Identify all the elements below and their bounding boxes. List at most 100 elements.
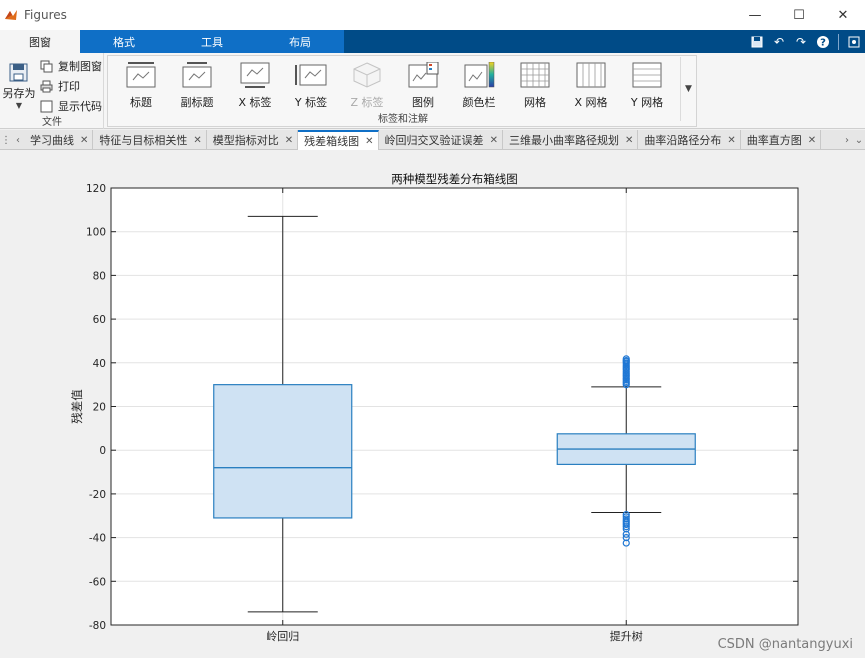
close-icon[interactable]: ✕ <box>193 135 201 146</box>
figure-tab[interactable]: 模型指标对比 ✕ <box>207 130 299 150</box>
y-tick-label: -40 <box>89 533 106 545</box>
figure-tab-label: 模型指标对比 <box>212 134 279 147</box>
figure-tab[interactable]: 岭回归交叉验证误差 ✕ <box>379 130 503 150</box>
help-icon[interactable]: ? <box>812 30 834 53</box>
tab-menu-icon[interactable]: ⋮ <box>0 130 12 150</box>
quick-access-toolbar: ↶ ↷ ? <box>746 30 865 53</box>
ygrid-tool-button[interactable]: Y 网格 <box>622 62 672 112</box>
figure-canvas: -80 -60 -40 -20 0 20 40 60 80 100 120 岭回归 提升树 两种模型残差分… <box>0 151 865 658</box>
zlabel-icon <box>353 62 381 88</box>
title-icon <box>126 62 156 88</box>
legend-icon <box>408 62 439 88</box>
figure-tab[interactable]: 特征与目标相关性 ✕ <box>93 130 207 150</box>
close-icon[interactable]: ✕ <box>808 135 816 146</box>
figure-tab-label: 残差箱线图 <box>304 135 360 148</box>
tab-list-icon[interactable]: ⌄ <box>853 130 865 150</box>
y-tick-label: 40 <box>93 358 106 370</box>
labels-annotations-group: 标题 副标题 X 标签 Y 标签 Z 标签 图例 颜色栏 网格 X 网格 Y 网… <box>107 55 697 127</box>
svg-text:?: ? <box>820 37 826 48</box>
y-tick-label: -60 <box>89 576 106 588</box>
close-icon[interactable]: ✕ <box>727 135 735 146</box>
legend-tool-label: 图例 <box>412 96 434 109</box>
print-button[interactable]: 打印 <box>40 78 80 94</box>
figure-tab-label: 岭回归交叉验证误差 <box>384 134 484 147</box>
title-tool-button[interactable]: 标题 <box>116 62 166 112</box>
close-icon[interactable]: ✕ <box>490 135 498 146</box>
y-tick-label: 60 <box>93 314 106 326</box>
boxplot-chart[interactable]: -80 -60 -40 -20 0 20 40 60 80 100 120 岭回归 提升树 两种模型残差分… <box>0 151 865 658</box>
figure-tab[interactable]: 三维最小曲率路径规划 ✕ <box>503 130 639 150</box>
title-tool-label: 标题 <box>130 96 152 109</box>
show-code-checkbox[interactable]: 显示代码 <box>40 98 102 114</box>
window-title: Figures <box>24 8 67 22</box>
close-icon[interactable]: ✕ <box>80 135 88 146</box>
ribbon-tab-format[interactable]: 格式 <box>80 30 168 53</box>
undo-icon[interactable]: ↶ <box>768 30 790 53</box>
y-tick-label: 20 <box>93 402 106 414</box>
y-tick-label: 100 <box>86 227 106 239</box>
maximize-button[interactable]: ☐ <box>777 0 821 30</box>
copy-figure-button[interactable]: 复制图窗 <box>40 58 102 74</box>
figure-tab[interactable]: 曲率直方图 ✕ <box>741 130 822 150</box>
figure-tab-bar: ⋮ ‹ 学习曲线 ✕ 特征与目标相关性 ✕ 模型指标对比 ✕ 残差箱线图 ✕ 岭回归交叉… <box>0 130 865 150</box>
ribbon-tab-layout[interactable]: 布局 <box>256 30 344 53</box>
xlabel-icon <box>240 62 270 88</box>
close-icon[interactable]: ✕ <box>285 135 293 146</box>
xgrid-tool-button[interactable]: X 网格 <box>566 62 616 112</box>
grid-tool-button[interactable]: 网格 <box>510 62 560 112</box>
window-controls: — ☐ ✕ <box>733 0 865 30</box>
print-icon <box>40 80 53 92</box>
close-icon[interactable]: ✕ <box>625 135 633 146</box>
subtitle-tool-label: 副标题 <box>180 96 214 109</box>
minimize-button[interactable]: — <box>733 0 777 30</box>
ribbon-tab-tools[interactable]: 工具 <box>168 30 256 53</box>
colorbar-icon <box>464 62 495 88</box>
save-as-button[interactable]: 另存为 ▼ <box>2 61 36 121</box>
figure-tab-label: 曲率沿路径分布 <box>644 134 722 147</box>
ribbon-tab-figure[interactable]: 图窗 <box>0 30 80 53</box>
checkbox-icon <box>40 100 53 112</box>
figure-tab[interactable]: 学习曲线 ✕ <box>24 130 94 150</box>
figure-tab-active[interactable]: 残差箱线图 ✕ <box>298 130 379 150</box>
zlabel-tool-label: Z 标签 <box>350 96 384 109</box>
figure-tab[interactable]: 曲率沿路径分布 ✕ <box>638 130 741 150</box>
subtitle-icon <box>182 62 212 88</box>
legend-tool-button[interactable]: 图例 <box>398 62 448 112</box>
y-tick-label: 80 <box>93 270 106 282</box>
print-label: 打印 <box>58 80 80 93</box>
y-axis-label: 残差值 <box>70 389 84 424</box>
copy-figure-label: 复制图窗 <box>58 60 102 73</box>
xlabel-tool-label: X 标签 <box>238 96 272 109</box>
ylabel-icon <box>295 64 327 86</box>
watermark: CSDN @nantangyuxi <box>717 637 853 652</box>
gallery-more-button[interactable]: ▼ <box>680 57 696 121</box>
subtitle-tool-button[interactable]: 副标题 <box>172 62 222 112</box>
y-tick-label: 0 <box>99 445 106 457</box>
save-as-icon <box>9 63 28 82</box>
save-icon[interactable] <box>746 30 768 53</box>
figure-tab-label: 曲率直方图 <box>746 134 802 147</box>
xgrid-icon <box>576 62 606 88</box>
ylabel-tool-label: Y 标签 <box>294 96 328 109</box>
redo-icon[interactable]: ↷ <box>790 30 812 53</box>
xlabel-tool-button[interactable]: X 标签 <box>230 62 280 112</box>
chart-title: 两种模型残差分布箱线图 <box>391 172 518 186</box>
tab-scroll-right-icon[interactable]: › <box>841 130 853 150</box>
y-tick-label: -80 <box>89 620 106 632</box>
close-button[interactable]: ✕ <box>821 0 865 30</box>
pin-icon[interactable] <box>843 30 865 53</box>
figure-tab-label: 三维最小曲率路径规划 <box>508 134 619 147</box>
toolbar-separator <box>838 33 839 50</box>
grid-tool-label: 网格 <box>524 96 546 109</box>
matlab-logo-icon <box>5 10 17 20</box>
labels-group-label: 标签和注解 <box>378 114 428 125</box>
tab-scroll-left-icon[interactable]: ‹ <box>12 130 24 150</box>
iqr-box <box>213 384 353 519</box>
y-tick-label: -20 <box>89 489 106 501</box>
tab-scroll-controls: › ⌄ <box>841 130 865 149</box>
ylabel-tool-button[interactable]: Y 标签 <box>286 62 336 112</box>
colorbar-tool-button[interactable]: 颜色栏 <box>454 62 504 112</box>
close-icon[interactable]: ✕ <box>365 136 373 147</box>
colorbar-tool-label: 颜色栏 <box>462 96 496 109</box>
show-code-label: 显示代码 <box>58 100 102 113</box>
